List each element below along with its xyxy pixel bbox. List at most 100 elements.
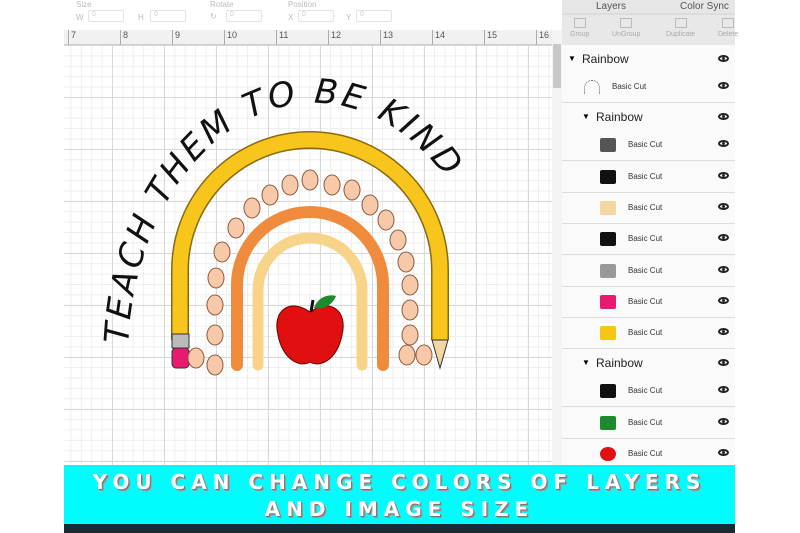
eye-icon[interactable] [718,359,729,367]
vertical-scrollbar[interactable] [552,30,562,465]
scroll-thumb[interactable] [553,44,561,88]
layer-thumbnail-eraser [600,294,616,309]
dot [415,344,433,366]
layer-label: Basic Cut [628,265,663,275]
dot [227,217,245,239]
eye-icon[interactable] [718,417,729,425]
layer-item[interactable]: Basic Cut [562,286,735,318]
width-input[interactable]: 0 [88,10,124,22]
eye-icon[interactable] [718,171,729,179]
ungroup-icon [620,18,633,28]
y-input[interactable]: 0 [356,10,392,22]
pencil-ferrule [171,333,190,349]
horizontal-ruler: 7 8 9 10 11 12 13 14 15 16 [64,30,552,45]
layer-label: Basic Cut [628,386,663,396]
group-button[interactable]: Group [570,18,589,38]
design-canvas[interactable]: TEACH THEM TO BE KIND [64,45,552,465]
eye-icon[interactable] [718,82,729,89]
taskbar [64,524,735,533]
group-label: Rainbow [582,52,629,66]
ruler-tick: 10 [224,30,237,45]
delete-button[interactable]: Delete [718,18,738,38]
layer-item[interactable]: Basic Cut [562,318,735,350]
layer-item[interactable]: Basic Cut [562,376,735,408]
duplicate-icon [674,18,687,28]
layer-thumbnail-pencil-wood [600,200,616,215]
layer-item[interactable]: Basic Cut [562,224,735,256]
x-input[interactable]: 0 [298,10,334,22]
caret-down-icon[interactable]: ▼ [568,54,576,63]
dot [243,197,261,219]
delete-label: Delete [718,31,739,38]
caret-down-icon[interactable]: ▼ [582,112,590,121]
eye-icon[interactable] [718,449,729,456]
tab-color-sync[interactable]: Color Sync [680,1,729,12]
layer-label: Basic Cut [612,82,647,91]
ungroup-label: UnGroup [612,31,641,38]
layer-item[interactable]: Basic Cut [562,255,735,287]
tab-layers[interactable]: Layers [596,1,626,12]
layer-item[interactable]: Basic Cut [562,130,735,162]
layer-label: Basic Cut [628,202,663,212]
layer-item[interactable]: Basic Cut [562,407,735,439]
ruler-tick: 14 [432,30,445,45]
ruler-tick: 13 [380,30,393,45]
eye-icon[interactable] [718,234,729,242]
dot [389,229,407,251]
layer-label: Basic Cut [628,140,663,150]
dot [401,299,419,321]
layers-panel: Layers Color Sync Group UnGroup Duplicat… [562,0,738,470]
ungroup-button[interactable]: UnGroup [612,18,640,38]
toolbar: Size W 0 H 0 Rotate ↻ 0 Position X 0 Y 0 [64,0,554,30]
ruler-tick: 11 [276,30,288,45]
eye-icon[interactable] [718,140,729,148]
eye-icon[interactable] [718,55,729,62]
layer-thumbnail-stripes [600,232,616,247]
duplicate-label: Duplicate [666,31,696,38]
layer-item[interactable]: Basic Cut [562,192,735,224]
ruler-tick: 8 [120,30,128,45]
eye-icon[interactable] [718,296,729,304]
layer-item[interactable]: Basic Cut [562,72,735,103]
group-label: Rainbow [596,356,643,371]
layer-thumbnail-pencil-tip [600,138,616,153]
eye-icon[interactable] [718,328,729,336]
layer-thumbnail-stem [600,384,616,399]
layer-thumbnail-apple [600,447,616,461]
size-label: Size [76,0,92,9]
w-label: W [76,13,84,22]
banner-line-2: AND IMAGE SIZE [264,497,535,521]
ruler-tick: 15 [484,30,497,45]
rotate-icon: ↻ [210,12,217,21]
eye-icon[interactable] [718,113,729,121]
x-label: X [288,13,294,22]
layer-label: Basic Cut [628,296,663,306]
layer-label: Basic Cut [628,328,663,338]
group-label: Group [570,31,590,38]
position-label: Position [288,0,317,9]
height-input[interactable]: 0 [150,10,186,22]
ruler-tick: 9 [172,30,180,45]
dot [361,194,379,216]
dot [397,251,415,273]
dot [398,344,416,366]
apple [276,305,344,365]
duplicate-button[interactable]: Duplicate [666,18,695,38]
dot [377,209,395,231]
eye-icon[interactable] [718,202,729,210]
caret-down-icon[interactable]: ▼ [582,358,590,367]
eye-icon[interactable] [718,265,729,273]
banner-line-1: YOU CAN CHANGE COLORS OF LAYERS [92,470,707,494]
artwork[interactable]: TEACH THEM TO BE KIND [64,45,552,465]
rotate-input[interactable]: 0 [226,10,262,22]
layer-thumbnail-arc [600,326,616,341]
layer-item[interactable]: Basic Cut [562,161,735,193]
eye-icon[interactable] [718,386,729,394]
layer-label: Basic Cut [628,449,663,458]
layer-label: Basic Cut [628,171,663,181]
layer-thumbnail-text-arc [584,80,600,94]
ruler-tick: 12 [328,30,341,45]
dot [343,179,361,201]
dot [261,184,279,206]
dot [206,354,224,376]
